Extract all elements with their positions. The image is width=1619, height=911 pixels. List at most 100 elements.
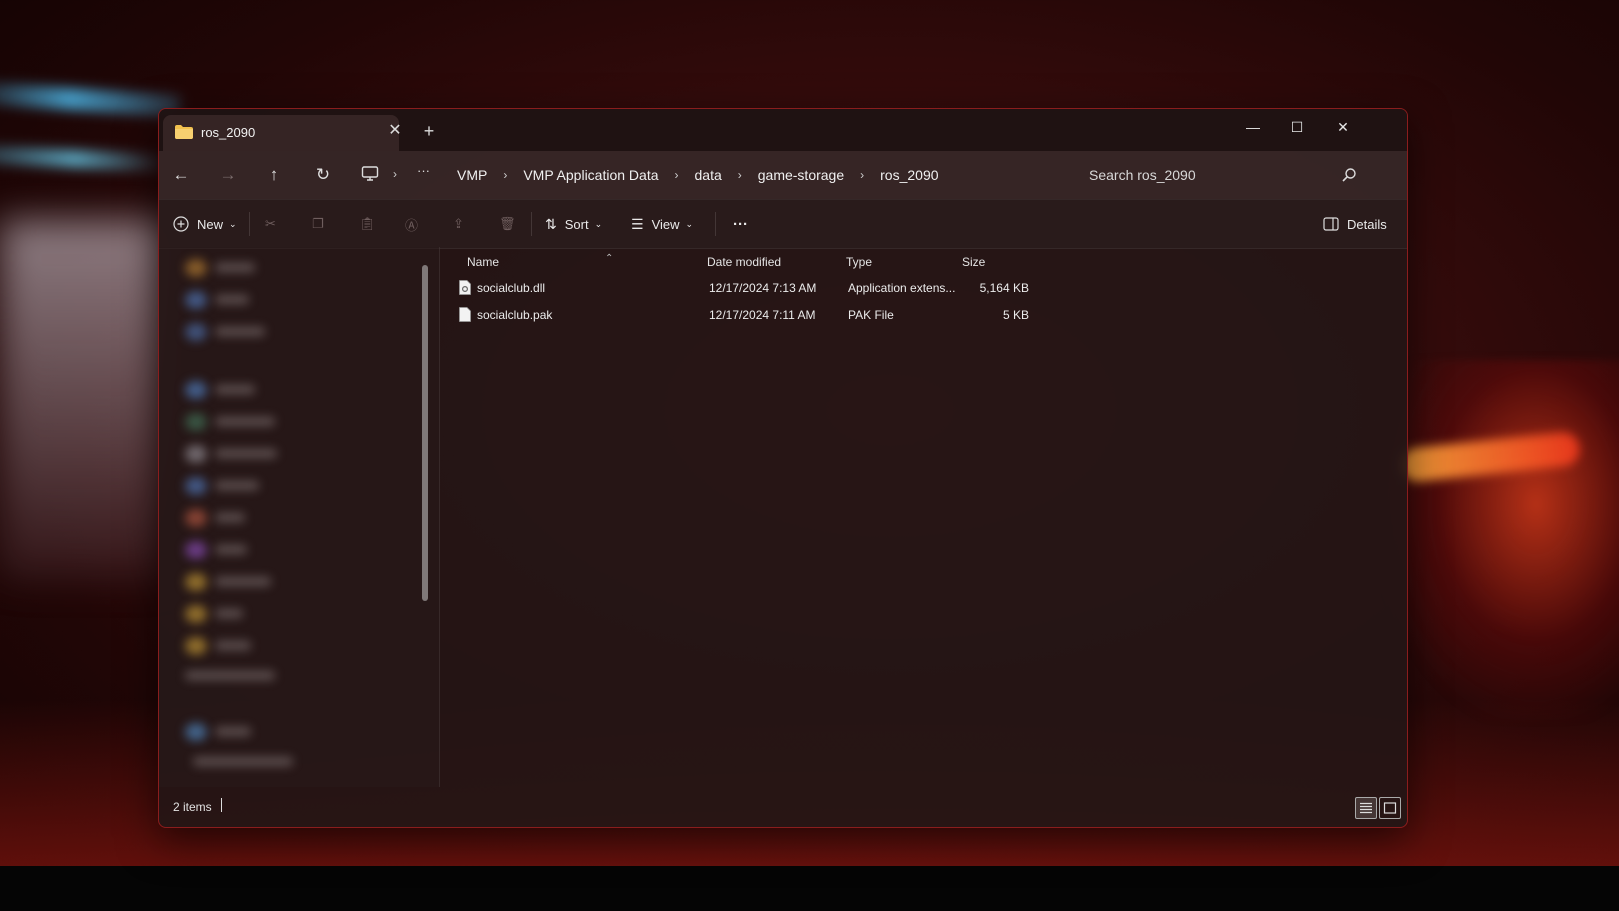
column-header-size[interactable]: Size (962, 255, 985, 269)
navigation-pane-scrollbar[interactable] (422, 265, 428, 601)
blurred-nav-label (215, 449, 277, 458)
breadcrumb-game-storage[interactable]: game-storage (754, 167, 848, 183)
details-pane-button[interactable]: Details (1323, 212, 1387, 236)
toolbar-divider (715, 212, 716, 236)
column-header-name[interactable]: Name ⌃ (467, 253, 613, 269)
chevron-down-icon: ⌄ (229, 218, 237, 229)
breadcrumb-vmp-application-data[interactable]: VMP Application Data (519, 167, 662, 183)
chevron-right-icon[interactable]: › (726, 168, 754, 182)
toolbar-divider (249, 212, 250, 236)
blurred-nav-item[interactable] (185, 413, 207, 431)
breadcrumb-vmp[interactable]: VMP (453, 167, 491, 183)
chevron-right-icon[interactable]: › (491, 168, 519, 182)
copy-button[interactable]: ❐ (312, 212, 324, 236)
cut-button[interactable]: ✂ (265, 212, 276, 236)
delete-button[interactable]: 🗑︎ (499, 212, 516, 236)
new-button[interactable]: New ⌄ (173, 212, 237, 236)
blurred-nav-item[interactable] (185, 477, 207, 495)
blurred-nav-label (215, 417, 275, 426)
rename-button[interactable]: Ⓐ (405, 212, 418, 236)
blurred-nav-item[interactable] (185, 259, 207, 277)
status-bar: 2 items (159, 787, 1407, 827)
details-label: Details (1347, 216, 1387, 232)
clipboard-icon: 📋︎ (359, 216, 376, 231)
blurred-nav-label (215, 577, 271, 586)
tiles-view-button[interactable] (1379, 797, 1401, 819)
details-pane-icon (1323, 217, 1339, 231)
trash-icon: 🗑︎ (499, 216, 516, 231)
blurred-nav-label (215, 727, 251, 736)
file-date: 12/17/2024 7:11 AM (709, 308, 816, 322)
chevron-right-icon: › (393, 167, 397, 181)
blurred-nav-label (215, 641, 251, 650)
blurred-nav-label (185, 671, 275, 680)
close-window-button[interactable]: ✕ (1321, 113, 1365, 141)
new-tab-button[interactable]: + (417, 119, 441, 143)
file-size: 5,164 KB (979, 281, 1029, 295)
close-tab-icon[interactable]: ✕ (385, 121, 405, 141)
background-light-streak (0, 80, 181, 118)
paste-button[interactable]: 📋︎ (359, 212, 376, 236)
blurred-nav-label (215, 609, 243, 618)
sort-label: Sort (564, 216, 589, 232)
background-light-streak (0, 145, 171, 173)
blurred-nav-item[interactable] (185, 723, 207, 741)
file-row[interactable]: socialclub.pak 12/17/2024 7:11 AM PAK Fi… (453, 302, 1033, 328)
search-box[interactable]: Search ros_2090 (1085, 159, 1361, 191)
taskbar (0, 866, 1619, 911)
tab-ros-2090[interactable]: ros_2090 ✕ (163, 115, 402, 151)
toolbar-divider (531, 212, 532, 236)
maximize-button[interactable]: ☐ (1275, 113, 1319, 141)
title-bar: ros_2090 ✕ + — ☐ ✕ (159, 109, 1407, 151)
more-locations-button[interactable]: ··· (417, 163, 430, 178)
this-pc-icon[interactable] (361, 165, 379, 183)
file-row[interactable]: socialclub.dll 12/17/2024 7:13 AM Applic… (453, 275, 1033, 301)
blurred-nav-label (215, 545, 247, 554)
breadcrumb-data[interactable]: data (691, 167, 726, 183)
sort-button[interactable]: ⇅ Sort ⌄ (545, 212, 602, 236)
up-button[interactable]: ↑ (260, 161, 288, 189)
view-list-icon: ☰ (631, 215, 644, 232)
minimize-button[interactable]: — (1231, 113, 1275, 141)
breadcrumb-ros-2090[interactable]: ros_2090 (876, 167, 942, 183)
blurred-nav-item[interactable] (185, 509, 207, 527)
plus-circle-icon (173, 216, 189, 232)
sort-arrows-icon: ⇅ (545, 215, 557, 232)
back-button[interactable]: ← (167, 161, 195, 189)
navigation-pane[interactable] (159, 247, 440, 787)
forward-button[interactable]: → (214, 161, 242, 189)
more-options-button[interactable]: ··· (733, 212, 748, 236)
blurred-nav-item[interactable] (185, 605, 207, 623)
column-header-date[interactable]: Date modified (707, 255, 781, 269)
chevron-down-icon: ⌄ (594, 218, 603, 229)
search-icon (1342, 168, 1356, 182)
column-header-name-label: Name (467, 255, 500, 269)
file-size: 5 KB (1002, 308, 1029, 322)
view-button[interactable]: ☰ View ⌄ (631, 212, 693, 236)
blurred-nav-item[interactable] (185, 381, 207, 399)
blurred-nav-item[interactable] (185, 323, 207, 341)
column-header-type[interactable]: Type (846, 255, 872, 269)
file-date: 12/17/2024 7:13 AM (709, 281, 817, 295)
blurred-nav-item[interactable] (185, 573, 207, 591)
search-input[interactable]: Search ros_2090 (1089, 167, 1196, 183)
copy-icon: ❐ (312, 216, 324, 231)
file-icon (459, 307, 471, 322)
scissors-icon: ✂ (265, 216, 276, 231)
chevron-right-icon[interactable]: › (663, 168, 691, 182)
background-glow (0, 220, 170, 580)
blurred-nav-label (215, 327, 265, 336)
blurred-nav-item[interactable] (185, 291, 207, 309)
item-count: 2 items (173, 800, 212, 814)
chevron-right-icon[interactable]: › (848, 168, 876, 182)
blurred-nav-item[interactable] (185, 541, 207, 559)
blurred-nav-item[interactable] (185, 445, 207, 463)
details-view-button[interactable] (1355, 797, 1377, 819)
file-name: socialclub.pak (477, 308, 553, 322)
blurred-nav-item[interactable] (185, 637, 207, 655)
details-view-icon (1360, 802, 1372, 814)
refresh-button[interactable]: ↻ (309, 161, 337, 189)
rename-icon: Ⓐ (405, 217, 419, 233)
sort-caret-icon: ⌃ (605, 253, 614, 264)
share-button[interactable]: ⇪ (453, 212, 464, 236)
